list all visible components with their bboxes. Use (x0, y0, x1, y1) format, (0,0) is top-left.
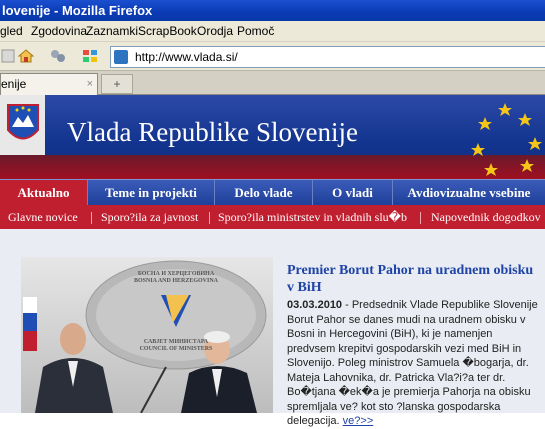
sub-navigation: Glavne novice Sporo?ila za javnost Sporo… (0, 205, 545, 229)
nav-avdiovizualne-vsebine[interactable]: Avdiovizualne vsebine (393, 180, 545, 206)
nav-delo-vlade[interactable]: Delo vlade (215, 180, 313, 206)
nav-teme-in-projekti[interactable]: Teme in projekti (88, 180, 215, 206)
nav-o-vladi[interactable]: O vladi (313, 180, 393, 206)
menu-tools[interactable]: Orodja (197, 21, 233, 41)
photo-sign-text: COUNCIL OF MINISTERS (139, 346, 213, 352)
site-favicon-icon (114, 50, 128, 64)
subnav-sporocila-ministrstev[interactable]: Sporo?ila ministrstev in vladnih slu�b (218, 205, 407, 229)
eu-stars-icon (471, 103, 542, 176)
photo-sign-text: БОСНА И ХЕРЦЕГОВИНА (137, 271, 215, 277)
article-date: 03.03.2010 (287, 299, 343, 311)
close-tab-icon[interactable]: × (87, 74, 93, 94)
grid-addon-icon[interactable] (80, 47, 100, 65)
photo-sign-text: САВЈЕТ МИНИСТАРА (143, 339, 209, 345)
menu-history[interactable]: Zgodovina (31, 21, 87, 41)
menu-bar: gled Zgodovina Zaznamki ScrapBook Orodja… (0, 21, 545, 42)
window-titlebar: lovenije - Mozilla Firefox (0, 0, 545, 21)
subnav-glavne-novice[interactable]: Glavne novice (8, 205, 78, 229)
main-navigation: Aktualno Teme in projekti Delo vlade O v… (0, 179, 545, 206)
new-tab-button[interactable]: + (101, 74, 133, 94)
nav-aktualno[interactable]: Aktualno (0, 180, 88, 206)
tab-label: enije (1, 77, 27, 91)
home-icon[interactable] (16, 47, 36, 65)
subnav-sporocila-za-javnost[interactable]: Sporo?ila za javnost (101, 205, 198, 229)
address-bar[interactable]: http://www.vlada.si/ (110, 46, 545, 68)
subnav-separator (420, 212, 421, 224)
photo-sign-text: BOSNIA AND HERZEGOVINA (133, 278, 219, 284)
article-headline[interactable]: Premier Borut Pahor na uradnem obisku v … (287, 262, 537, 296)
article-photo[interactable]: БОСНА И ХЕРЦЕГОВИНА BOSNIA AND HERZEGOVI… (21, 257, 273, 413)
puzzle-icon[interactable] (48, 47, 68, 65)
subnav-separator (209, 212, 210, 224)
site-banner: Vlada Republike Slovenije (0, 95, 545, 179)
menu-bookmarks[interactable]: Zaznamki (86, 21, 138, 41)
window-title: lovenije - Mozilla Firefox (2, 3, 153, 18)
tab-active[interactable]: enije × (0, 73, 98, 95)
article-text: - Predsednik Vlade Republike Slovenije B… (287, 299, 538, 427)
menu-help[interactable]: Pomoč (237, 21, 274, 41)
menu-view[interactable]: gled (0, 21, 23, 41)
tab-bar: enije × + (0, 71, 545, 95)
site-title[interactable]: Vlada Republike Slovenije (67, 117, 358, 148)
subnav-napovednik-dogodkov[interactable]: Napovednik dogodkov (431, 205, 541, 229)
subnav-separator (91, 212, 92, 224)
coat-of-arms-icon[interactable] (0, 95, 45, 155)
address-text[interactable]: http://www.vlada.si/ (135, 47, 238, 67)
read-more-link[interactable]: ve?>> (343, 415, 374, 427)
article-body: 03.03.2010 - Predsednik Vlade Republike … (287, 298, 541, 429)
menu-scrapbook[interactable]: ScrapBook (138, 21, 197, 41)
